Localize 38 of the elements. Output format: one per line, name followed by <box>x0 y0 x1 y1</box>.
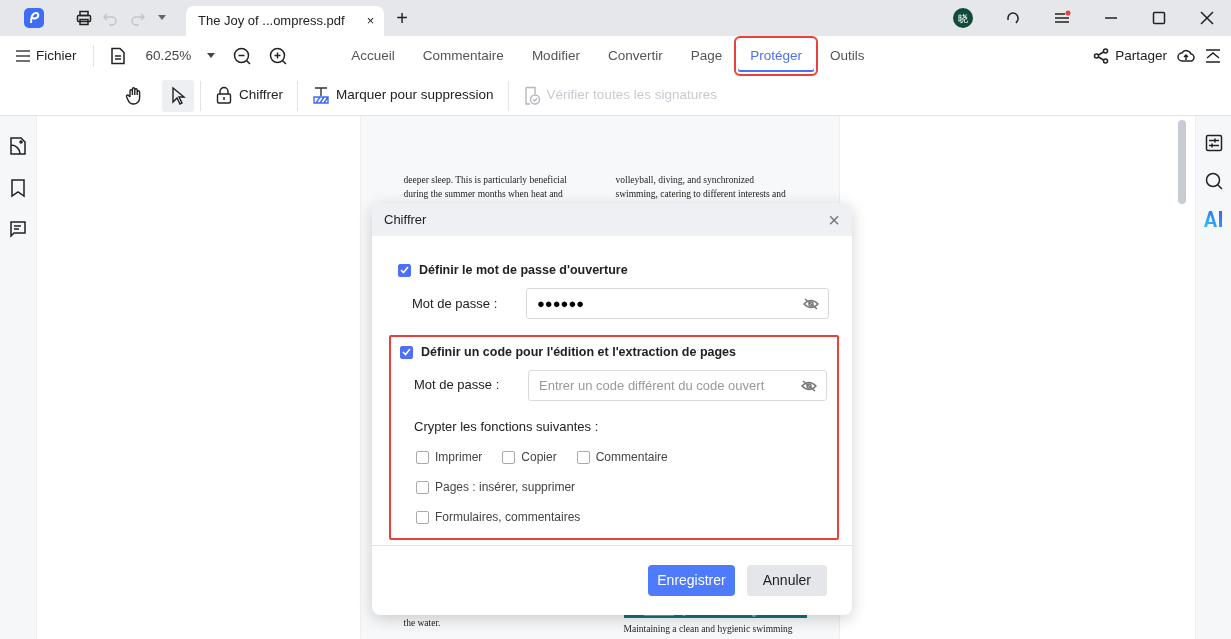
ribbon-tab[interactable]: Outils <box>817 39 877 73</box>
document-text: during the summer months when heat and <box>403 188 564 201</box>
document-text: Maintaining a clean and hygienic swimming <box>623 623 794 636</box>
checkbox-label: Définir le mot de passe d'ouverture <box>419 262 628 279</box>
password-field[interactable]: Entrer un code différent du code ouvert <box>528 369 827 401</box>
checkbox-label: Pages : insérer, supprimer <box>435 479 576 496</box>
document-text: deeper sleep. This is particularly beneficial <box>403 174 568 187</box>
checkbox-label: Copier <box>521 449 557 466</box>
ribbon-tab[interactable]: Accueil <box>339 39 407 73</box>
new-tab-button[interactable]: + <box>396 3 408 33</box>
close-button[interactable]: × <box>828 204 840 235</box>
toolbar-button[interactable]: Marquer pour suppression <box>304 81 502 110</box>
document-text: volleyball, diving, and synchronized <box>615 174 755 187</box>
share-label[interactable]: Partager <box>1115 45 1167 67</box>
password-field[interactable]: ●●●●●● <box>526 287 829 319</box>
checkbox-label: Commentaire <box>595 449 668 466</box>
ribbon-tab[interactable]: Modifier <box>519 39 592 73</box>
cancel-button[interactable]: Annuler <box>746 565 827 596</box>
ribbon-tab[interactable]: Commentaire <box>410 39 516 73</box>
field-label: Mot de passe : <box>414 376 501 395</box>
dialog-title: Chiffrer <box>384 210 427 229</box>
file-menu-button[interactable]: Fichier <box>16 41 77 71</box>
ribbon-tab[interactable]: Convertir <box>595 39 675 73</box>
checkbox-label: Définir un code pour l'édition et l'extraction de pages <box>421 343 736 361</box>
checkbox-label: Formulaires, commentaires <box>435 509 581 526</box>
zoom-level[interactable]: 60.25% <box>145 45 192 67</box>
toolbar-button[interactable]: Chiffrer <box>207 81 291 110</box>
checkbox-label: Imprimer <box>435 449 483 466</box>
document-text: the water. <box>403 617 442 630</box>
save-button[interactable]: Enregistrer <box>648 565 735 596</box>
tab-title: The Joy of ...ompress.pdf <box>198 12 345 31</box>
ribbon-tab[interactable]: Page <box>678 39 735 73</box>
avatar[interactable]: 晓 <box>953 8 973 28</box>
close-tab-button[interactable]: × <box>366 11 375 31</box>
document-tab[interactable]: The Joy of ...ompress.pdf × <box>186 6 385 36</box>
field-label: Mot de passe : <box>412 294 499 313</box>
section-heading: Crypter les fonctions suivantes : <box>414 417 600 436</box>
document-text: swimming, catering to different interests and <box>615 188 787 201</box>
